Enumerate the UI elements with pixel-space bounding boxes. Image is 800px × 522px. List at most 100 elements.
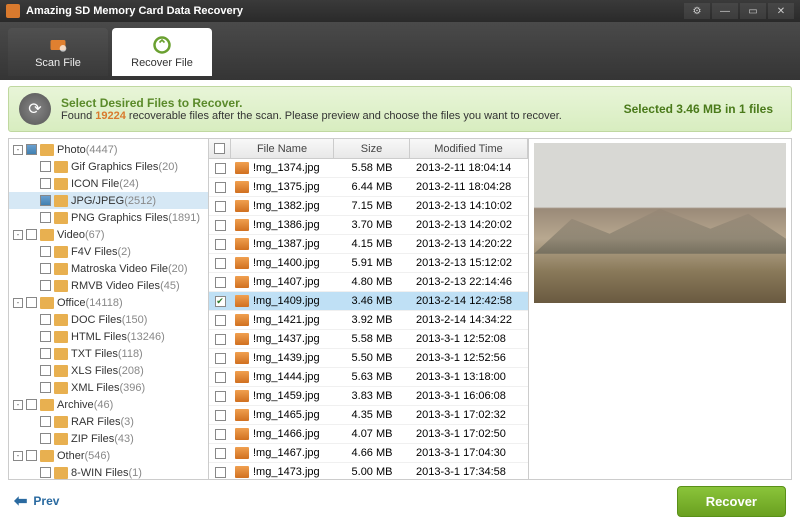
- row-checkbox[interactable]: [215, 429, 226, 440]
- table-row[interactable]: !mg_1386.jpg3.70 MB2013-2-13 14:20:02: [209, 216, 528, 235]
- row-checkbox[interactable]: [215, 372, 226, 383]
- scan-file-tab[interactable]: Scan File: [8, 28, 108, 76]
- tree-checkbox[interactable]: [40, 246, 51, 257]
- header-size[interactable]: Size: [334, 139, 410, 158]
- header-modified[interactable]: Modified Time: [410, 139, 528, 158]
- row-checkbox[interactable]: [215, 334, 226, 345]
- file-size: 4.66 MB: [334, 447, 410, 459]
- tree-item[interactable]: -Other (546): [9, 447, 208, 464]
- table-row[interactable]: !mg_1467.jpg4.66 MB2013-3-1 17:04:30: [209, 444, 528, 463]
- row-checkbox[interactable]: [215, 258, 226, 269]
- tree-item[interactable]: -Archive (46): [9, 396, 208, 413]
- table-row[interactable]: !mg_1375.jpg6.44 MB2013-2-11 18:04:28: [209, 178, 528, 197]
- tree-checkbox[interactable]: [40, 314, 51, 325]
- close-button[interactable]: ✕: [768, 3, 794, 19]
- expand-icon[interactable]: -: [13, 400, 23, 410]
- table-row[interactable]: !mg_1374.jpg5.58 MB2013-2-11 18:04:14: [209, 159, 528, 178]
- tree-item[interactable]: PNG Graphics Files (1891): [9, 209, 208, 226]
- tree-checkbox[interactable]: [40, 280, 51, 291]
- settings-icon[interactable]: ⚙: [684, 3, 710, 19]
- tree-item[interactable]: -Photo (4447): [9, 141, 208, 158]
- tree-item[interactable]: RAR Files (3): [9, 413, 208, 430]
- tree-checkbox[interactable]: [26, 229, 37, 240]
- tree-checkbox[interactable]: [40, 348, 51, 359]
- recover-file-tab[interactable]: Recover File: [112, 28, 212, 76]
- table-row[interactable]: !mg_1400.jpg5.91 MB2013-2-13 15:12:02: [209, 254, 528, 273]
- tree-item[interactable]: -Office (14118): [9, 294, 208, 311]
- expand-icon[interactable]: -: [13, 145, 23, 155]
- tree-checkbox[interactable]: [26, 399, 37, 410]
- grid-body[interactable]: !mg_1374.jpg5.58 MB2013-2-11 18:04:14!mg…: [209, 159, 528, 479]
- tree-item[interactable]: Gif Graphics Files (20): [9, 158, 208, 175]
- tree-label: JPG/JPEG: [71, 195, 124, 207]
- table-row[interactable]: !mg_1459.jpg3.83 MB2013-3-1 16:06:08: [209, 387, 528, 406]
- expand-icon[interactable]: -: [13, 230, 23, 240]
- tree-checkbox[interactable]: [40, 382, 51, 393]
- tree-checkbox[interactable]: [40, 467, 51, 478]
- tree-item[interactable]: RMVB Video Files (45): [9, 277, 208, 294]
- row-checkbox[interactable]: [215, 467, 226, 478]
- tree-item[interactable]: ZIP Files (43): [9, 430, 208, 447]
- table-row[interactable]: !mg_1409.jpg3.46 MB2013-2-14 12:42:58: [209, 292, 528, 311]
- file-modified: 2013-3-1 13:18:00: [410, 371, 528, 383]
- row-checkbox[interactable]: [215, 353, 226, 364]
- prev-button[interactable]: ⬅ Prev: [14, 491, 59, 511]
- header-checkbox-col[interactable]: [209, 139, 231, 158]
- expand-icon[interactable]: -: [13, 298, 23, 308]
- row-checkbox[interactable]: [215, 239, 226, 250]
- tree-checkbox[interactable]: [26, 144, 37, 155]
- table-row[interactable]: !mg_1439.jpg5.50 MB2013-3-1 12:52:56: [209, 349, 528, 368]
- file-modified: 2013-2-13 14:20:22: [410, 238, 528, 250]
- table-row[interactable]: !mg_1465.jpg4.35 MB2013-3-1 17:02:32: [209, 406, 528, 425]
- tree-count: (4447): [86, 144, 118, 156]
- tree-item[interactable]: F4V Files (2): [9, 243, 208, 260]
- table-row[interactable]: !mg_1407.jpg4.80 MB2013-2-13 22:14:46: [209, 273, 528, 292]
- tree-checkbox[interactable]: [40, 195, 51, 206]
- table-row[interactable]: !mg_1421.jpg3.92 MB2013-2-14 14:34:22: [209, 311, 528, 330]
- table-row[interactable]: !mg_1473.jpg5.00 MB2013-3-1 17:34:58: [209, 463, 528, 479]
- recover-button[interactable]: Recover: [677, 486, 786, 517]
- table-row[interactable]: !mg_1387.jpg4.15 MB2013-2-13 14:20:22: [209, 235, 528, 254]
- row-checkbox[interactable]: [215, 296, 226, 307]
- tree-checkbox[interactable]: [40, 416, 51, 427]
- minimize-button[interactable]: —: [712, 3, 738, 19]
- table-row[interactable]: !mg_1382.jpg7.15 MB2013-2-13 14:10:02: [209, 197, 528, 216]
- tree-item[interactable]: JPG/JPEG (2512): [9, 192, 208, 209]
- table-row[interactable]: !mg_1437.jpg5.58 MB2013-3-1 12:52:08: [209, 330, 528, 349]
- file-size: 3.46 MB: [334, 295, 410, 307]
- tree-checkbox[interactable]: [40, 212, 51, 223]
- row-checkbox[interactable]: [215, 391, 226, 402]
- tree-item[interactable]: 8-WIN Files (1): [9, 464, 208, 479]
- category-tree[interactable]: -Photo (4447)Gif Graphics Files (20)ICON…: [9, 139, 209, 479]
- select-all-checkbox[interactable]: [214, 143, 225, 154]
- table-row[interactable]: !mg_1444.jpg5.63 MB2013-3-1 13:18:00: [209, 368, 528, 387]
- tree-checkbox[interactable]: [26, 450, 37, 461]
- tree-item[interactable]: DOC Files (150): [9, 311, 208, 328]
- tree-item[interactable]: XML Files (396): [9, 379, 208, 396]
- tree-item[interactable]: XLS Files (208): [9, 362, 208, 379]
- row-checkbox[interactable]: [215, 410, 226, 421]
- tree-item[interactable]: HTML Files (13246): [9, 328, 208, 345]
- tree-checkbox[interactable]: [40, 331, 51, 342]
- tree-checkbox[interactable]: [26, 297, 37, 308]
- tree-item[interactable]: TXT Files (118): [9, 345, 208, 362]
- expand-icon[interactable]: -: [13, 451, 23, 461]
- table-row[interactable]: !mg_1466.jpg4.07 MB2013-3-1 17:02:50: [209, 425, 528, 444]
- tree-checkbox[interactable]: [40, 263, 51, 274]
- row-checkbox[interactable]: [215, 277, 226, 288]
- row-checkbox[interactable]: [215, 201, 226, 212]
- tree-checkbox[interactable]: [40, 365, 51, 376]
- tree-item[interactable]: -Video (67): [9, 226, 208, 243]
- maximize-button[interactable]: ▭: [740, 3, 766, 19]
- row-checkbox[interactable]: [215, 448, 226, 459]
- tree-checkbox[interactable]: [40, 178, 51, 189]
- header-filename[interactable]: File Name: [231, 139, 334, 158]
- row-checkbox[interactable]: [215, 315, 226, 326]
- tree-item[interactable]: Matroska Video File (20): [9, 260, 208, 277]
- tree-item[interactable]: ICON File (24): [9, 175, 208, 192]
- row-checkbox[interactable]: [215, 220, 226, 231]
- tree-checkbox[interactable]: [40, 161, 51, 172]
- row-checkbox[interactable]: [215, 182, 226, 193]
- row-checkbox[interactable]: [215, 163, 226, 174]
- tree-checkbox[interactable]: [40, 433, 51, 444]
